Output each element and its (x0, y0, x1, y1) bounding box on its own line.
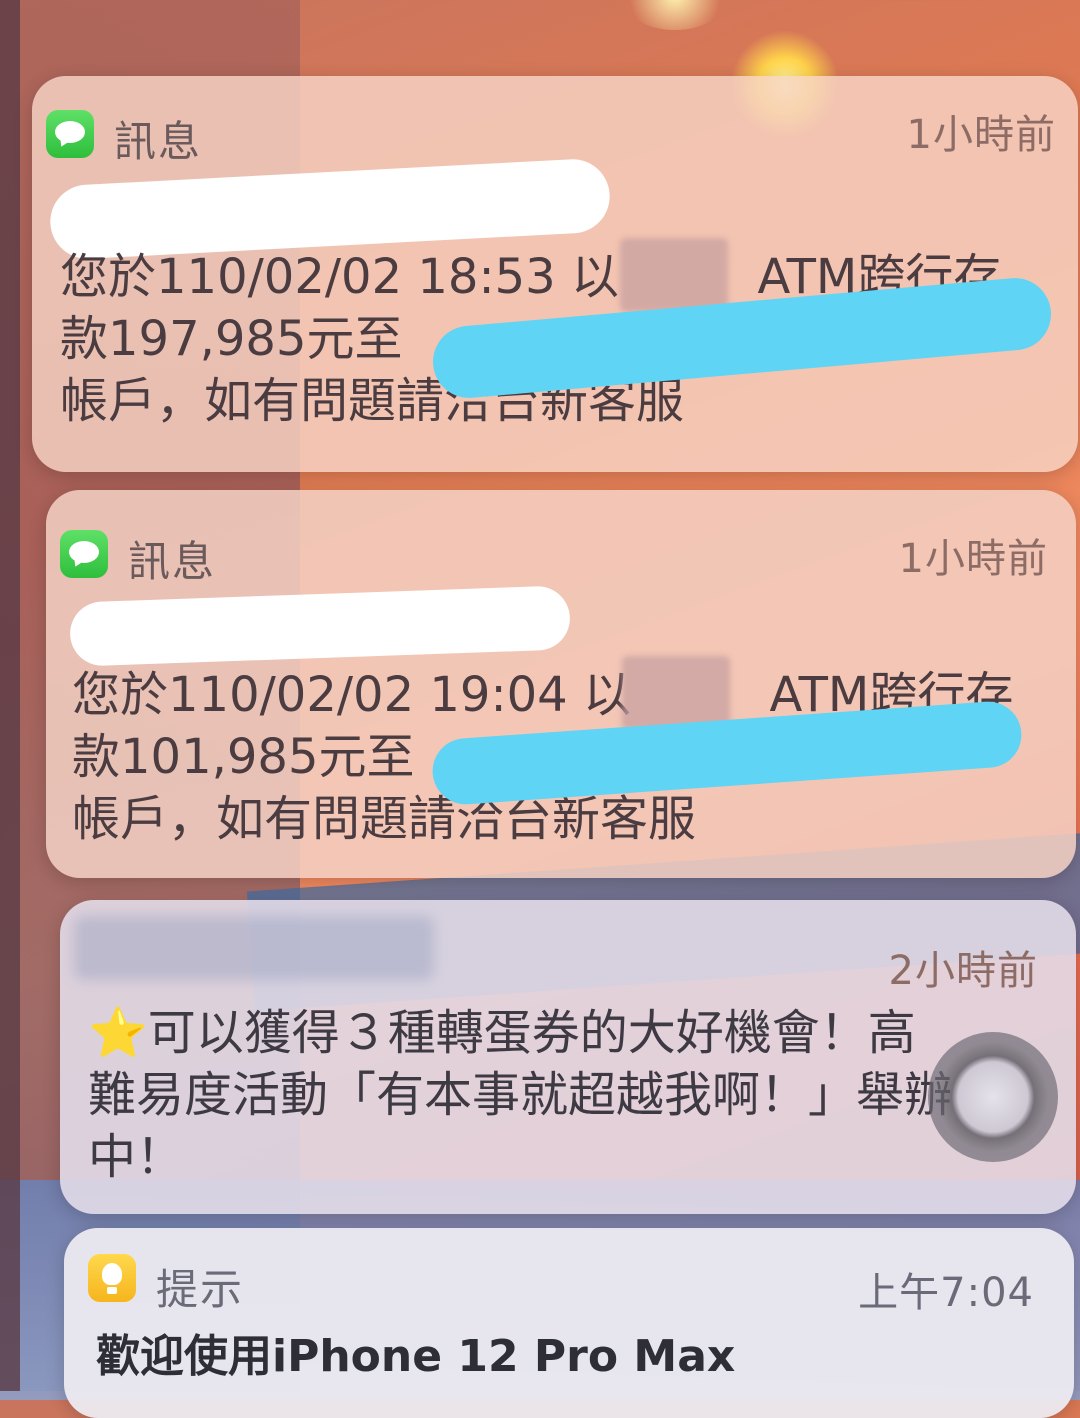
redacted-app-name (74, 916, 434, 980)
app-name: 訊息 (128, 537, 217, 586)
tips-icon (88, 1254, 136, 1302)
notification-card[interactable]: 訊息 1小時前 您於110/02/02 19:04 以 ATM跨行存 款101,… (46, 490, 1076, 878)
light-glare (620, 0, 730, 30)
redacted-bank (622, 656, 730, 730)
notification-header: 提示 上午7:04 (64, 1228, 1074, 1318)
body-line: 歡迎使用iPhone 12 Pro Max (96, 1331, 736, 1382)
screen-edge (0, 0, 20, 1391)
notification-card[interactable]: 2小時前 ⭐可以獲得３種轉蛋券的大好機會！高 難易度活動「有本事就超越我啊！」舉… (60, 900, 1076, 1214)
notification-body: ⭐可以獲得３種轉蛋券的大好機會！高 難易度活動「有本事就超越我啊！」舉辦 中！ (88, 1002, 952, 1188)
notification-time: 上午7:04 (858, 1270, 1034, 1316)
notification-time: 2小時前 (888, 948, 1038, 994)
body-line: 難易度活動「有本事就超越我啊！」舉辦 (88, 1067, 953, 1123)
redacted-bank (620, 238, 728, 312)
body-line: 中！ (88, 1129, 185, 1185)
body-line: ⭐可以獲得３種轉蛋券的大好機會！高 (88, 1005, 916, 1061)
messages-icon (46, 110, 94, 158)
app-name: 訊息 (114, 117, 203, 166)
notification-header: 訊息 1小時前 (32, 76, 1078, 166)
notification-card[interactable]: 訊息 1小時前 您於110/02/02 18:53 以 ATM跨行存 款197,… (32, 76, 1078, 472)
notification-time: 1小時前 (898, 536, 1048, 582)
redacted-sender (69, 585, 571, 667)
assistive-touch-button[interactable] (928, 1032, 1058, 1162)
notification-body: 歡迎使用iPhone 12 Pro Max (96, 1326, 735, 1388)
app-name: 提示 (156, 1265, 245, 1314)
notification-card[interactable]: 提示 上午7:04 歡迎使用iPhone 12 Pro Max (64, 1228, 1074, 1418)
notification-header: 2小時前 (60, 900, 1076, 994)
notification-header: 訊息 1小時前 (46, 490, 1076, 586)
notification-time: 1小時前 (906, 112, 1056, 158)
messages-icon (60, 530, 108, 578)
